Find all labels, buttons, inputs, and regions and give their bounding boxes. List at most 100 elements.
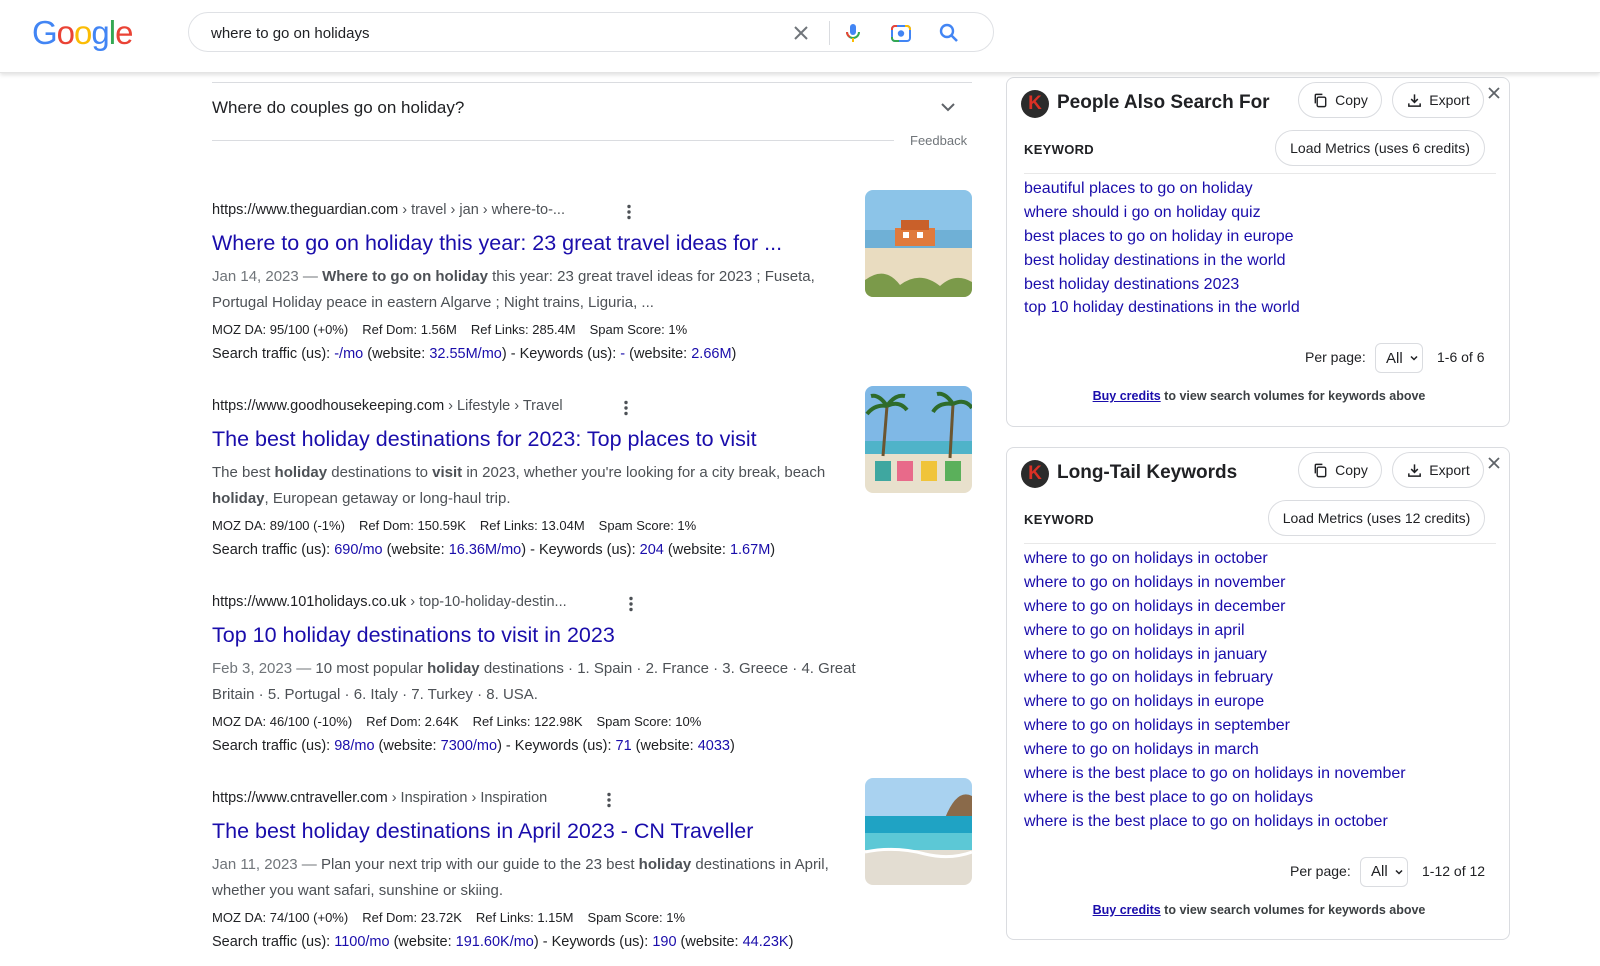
more-options-icon[interactable] (606, 792, 612, 808)
ref-links: Ref Links: 122.98K (472, 714, 583, 729)
result-date: Jan 11, 2023 — (212, 856, 321, 873)
spam-score: Spam Score: 1% (589, 322, 688, 337)
search-box[interactable] (188, 12, 994, 52)
spam-score: Spam Score: 10% (596, 714, 702, 729)
buy-credits-link[interactable]: Buy credits (1093, 903, 1161, 917)
per-page-label: Per page: (1290, 862, 1351, 879)
result-thumbnail[interactable] (865, 386, 972, 493)
keyword-link[interactable]: where is the best place to go on holiday… (1024, 765, 1406, 789)
copy-button[interactable]: Copy (1298, 452, 1382, 488)
keyword-link[interactable]: where is the best place to go on holiday… (1024, 813, 1406, 837)
keyword-link[interactable]: best holiday destinations in the world (1024, 252, 1300, 276)
search-traffic: Search traffic (us): 98/mo (website: 730… (212, 738, 735, 754)
website-traffic-value[interactable]: 32.55M/mo (429, 346, 502, 362)
load-metrics-button[interactable]: Load Metrics (uses 6 credits) (1275, 130, 1485, 166)
seo-metrics: MOZ DA: 89/100 (-1%) Ref Dom: 150.59K Ref … (212, 518, 710, 533)
website-keywords-value[interactable]: 2.66M (691, 346, 731, 362)
keywords-value[interactable]: 204 (640, 542, 664, 558)
camera-lens-icon[interactable] (889, 21, 913, 45)
copy-button[interactable]: Copy (1298, 82, 1382, 118)
keyword-link[interactable]: where to go on holidays in february (1024, 669, 1406, 693)
website-traffic-value[interactable]: 7300/mo (441, 738, 497, 754)
result-breadcrumb[interactable]: › travel › jan › where-to-... (398, 202, 565, 218)
search-divider (829, 21, 830, 45)
traffic-value[interactable]: 98/mo (334, 738, 374, 754)
per-page-select[interactable]: All (1360, 856, 1408, 887)
per-page-select[interactable]: All (1375, 343, 1423, 374)
search-traffic: Search traffic (us): -/mo (website: 32.5… (212, 346, 737, 362)
result-breadcrumb[interactable]: › Lifestyle › Travel (444, 398, 562, 414)
google-logo[interactable]: Google (32, 14, 133, 52)
keyword-column-header: KEYWORD (1024, 142, 1094, 157)
load-metrics-button[interactable]: Load Metrics (uses 12 credits) (1268, 500, 1485, 536)
keyword-link[interactable]: where to go on holidays in april (1024, 622, 1406, 646)
keywords-value[interactable]: 71 (616, 738, 632, 754)
result-breadcrumb[interactable]: › Inspiration › Inspiration (388, 790, 548, 806)
divider (1024, 173, 1496, 174)
keyword-link[interactable]: where to go on holidays in march (1024, 741, 1406, 765)
keywords-everywhere-logo: K (1021, 90, 1049, 118)
result-url[interactable]: https://www.cntraveller.com › Inspiratio… (212, 790, 547, 806)
people-also-ask-item[interactable]: Where do couples go on holiday? (212, 82, 972, 142)
traffic-value[interactable]: -/mo (334, 346, 363, 362)
result-domain[interactable]: https://www.goodhousekeeping.com (212, 398, 444, 414)
microphone-icon[interactable] (841, 21, 865, 45)
keyword-link[interactable]: beautiful places to go on holiday (1024, 180, 1300, 204)
ref-dom: Ref Dom: 23.72K (362, 910, 462, 925)
result-url[interactable]: https://www.theguardian.com › travel › j… (212, 202, 565, 218)
keyword-link[interactable]: best holiday destinations 2023 (1024, 276, 1300, 300)
search-input[interactable] (211, 22, 771, 44)
keyword-link[interactable]: where to go on holidays in october (1024, 550, 1406, 574)
export-button[interactable]: Export (1392, 82, 1484, 118)
traffic-value[interactable]: 690/mo (334, 542, 382, 558)
keyword-link[interactable]: where to go on holidays in december (1024, 598, 1406, 622)
more-options-icon[interactable] (623, 400, 629, 416)
result-url[interactable]: https://www.goodhousekeeping.com › Lifes… (212, 398, 563, 414)
result-domain[interactable]: https://www.theguardian.com (212, 202, 398, 218)
widget-title: People Also Search For (1057, 92, 1270, 113)
search-icon[interactable] (937, 21, 961, 45)
keywords-value[interactable]: 190 (652, 934, 676, 950)
keyword-link[interactable]: top 10 holiday destinations in the world (1024, 299, 1300, 323)
ref-links: Ref Links: 285.4M (470, 322, 576, 337)
website-keywords-value[interactable]: 4033 (698, 738, 730, 754)
close-icon[interactable] (1487, 456, 1501, 470)
pagination-count: 1-6 of 6 (1437, 349, 1485, 366)
keyword-link[interactable]: where is the best place to go on holiday… (1024, 789, 1406, 813)
more-options-icon[interactable] (626, 204, 632, 220)
website-traffic-value[interactable]: 16.36M/mo (449, 542, 522, 558)
keyword-link[interactable]: where to go on holidays in november (1024, 574, 1406, 598)
website-keywords-value[interactable]: 44.23K (743, 934, 789, 950)
close-icon[interactable] (1487, 86, 1501, 100)
result-title[interactable]: The best holiday destinations in April 2… (212, 819, 753, 844)
website-traffic-value[interactable]: 191.60K/mo (456, 934, 534, 950)
result-title[interactable]: Top 10 holiday destinations to visit in … (212, 623, 615, 648)
website-keywords-value[interactable]: 1.67M (730, 542, 770, 558)
moz-da: MOZ DA: 46/100 (-10%) (212, 714, 353, 729)
clear-icon[interactable] (789, 21, 813, 45)
result-domain[interactable]: https://www.101holidays.co.uk (212, 594, 406, 610)
ref-dom: Ref Dom: 1.56M (362, 322, 457, 337)
result-title[interactable]: Where to go on holiday this year: 23 gre… (212, 231, 782, 256)
traffic-value[interactable]: 1100/mo (334, 934, 389, 950)
chevron-down-icon[interactable] (938, 97, 958, 117)
result-thumbnail[interactable] (865, 190, 972, 297)
result-domain[interactable]: https://www.cntraveller.com (212, 790, 388, 806)
search-traffic: Search traffic (us): 690/mo (website: 16… (212, 542, 776, 558)
export-button[interactable]: Export (1392, 452, 1484, 488)
result-url[interactable]: https://www.101holidays.co.uk › top-10-h… (212, 594, 567, 610)
buy-credits-link[interactable]: Buy credits (1093, 389, 1161, 403)
keyword-link[interactable]: where to go on holidays in september (1024, 717, 1406, 741)
keyword-link[interactable]: where should i go on holiday quiz (1024, 204, 1300, 228)
moz-da: MOZ DA: 95/100 (+0%) (212, 322, 349, 337)
result-title[interactable]: The best holiday destinations for 2023: … (212, 427, 757, 452)
keyword-link[interactable]: where to go on holidays in january (1024, 646, 1406, 670)
feedback-link[interactable]: Feedback (910, 133, 967, 148)
result-thumbnail[interactable] (865, 778, 972, 885)
keyword-link[interactable]: where to go on holidays in europe (1024, 693, 1406, 717)
faq-question[interactable]: Where do couples go on holiday? (212, 98, 464, 118)
keyword-link[interactable]: best places to go on holiday in europe (1024, 228, 1300, 252)
result-breadcrumb[interactable]: › top-10-holiday-destin... (406, 594, 566, 610)
more-options-icon[interactable] (628, 596, 634, 612)
widget-title: Long-Tail Keywords (1057, 462, 1238, 483)
